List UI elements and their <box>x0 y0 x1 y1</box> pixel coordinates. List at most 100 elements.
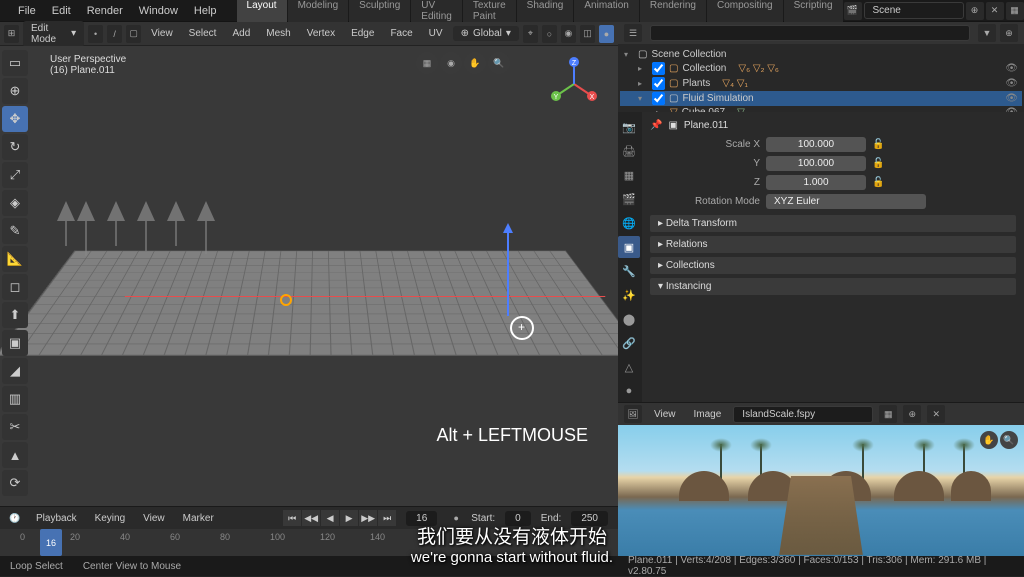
shading-solid-icon[interactable]: ● <box>599 25 614 43</box>
end-frame-field[interactable]: 250 <box>571 511 608 526</box>
overlay-icon[interactable]: ◉ <box>561 25 576 43</box>
3d-viewport[interactable]: ▭ ⊕ ✥ ↻ ⤢ ◈ ✎ 📐 ◻ ⬆ ▣ ◢ ▥ ✂ ▲ ⟳ User Per… <box>0 46 618 506</box>
xray-icon[interactable]: ◫ <box>580 25 595 43</box>
ptab-render-icon[interactable]: 📷 <box>618 116 640 138</box>
editor-type-icon[interactable]: ⊞ <box>4 25 19 43</box>
keyframe-next-icon[interactable]: ▶▶ <box>359 510 377 526</box>
rotation-mode-select[interactable]: XYZ Euler <box>766 194 926 209</box>
tab-modeling[interactable]: Modeling <box>288 0 349 25</box>
hdr-add[interactable]: Add <box>226 26 256 41</box>
filter-icon[interactable]: ▼ <box>978 24 996 42</box>
panel-relations[interactable]: ▸ Relations <box>650 236 1016 253</box>
jump-start-icon[interactable]: ⏮ <box>283 510 301 526</box>
tool-extrude-icon[interactable]: ⬆ <box>2 302 28 328</box>
tool-rotate-icon[interactable]: ↻ <box>2 134 28 160</box>
hdr-mesh[interactable]: Mesh <box>260 26 296 41</box>
new-collection-icon[interactable]: ⊕ <box>1000 24 1018 42</box>
hdr-edge[interactable]: Edge <box>345 26 380 41</box>
img-new-icon[interactable]: ⊕ <box>903 405 921 423</box>
playhead[interactable]: 16 <box>40 529 62 556</box>
tool-move-icon[interactable]: ✥ <box>2 106 28 132</box>
img-browse-icon[interactable]: ▦ <box>879 405 897 423</box>
zoom-icon[interactable]: 🔍 <box>488 52 510 74</box>
outliner-editor-icon[interactable]: ☰ <box>624 24 642 42</box>
img-view-menu[interactable]: View <box>648 407 682 422</box>
tool-spin-icon[interactable]: ⟳ <box>2 470 28 496</box>
current-frame-field[interactable]: 16 <box>406 511 437 526</box>
scene-name-field[interactable]: Scene <box>864 2 964 19</box>
collection-checkbox[interactable] <box>652 92 665 105</box>
hdr-select[interactable]: Select <box>183 26 223 41</box>
ptab-modifier-icon[interactable]: 🔧 <box>618 260 640 282</box>
scale-y-field[interactable]: 100.000 <box>766 156 866 171</box>
menu-help[interactable]: Help <box>186 2 225 20</box>
ptab-world-icon[interactable]: 🌐 <box>618 212 640 234</box>
tl-view[interactable]: View <box>137 511 171 526</box>
lock-icon[interactable]: 🔓 <box>872 139 884 150</box>
tool-select-icon[interactable]: ▭ <box>2 50 28 76</box>
select-mode-vertex-icon[interactable]: • <box>88 25 103 43</box>
ptab-material-icon[interactable]: ● <box>618 380 640 402</box>
play-reverse-icon[interactable]: ◀ <box>321 510 339 526</box>
proportional-icon[interactable]: ○ <box>542 25 557 43</box>
ptab-scene-icon[interactable]: 🎬 <box>618 188 640 210</box>
lock-icon[interactable]: 🔓 <box>872 158 884 169</box>
menu-file[interactable]: File <box>10 2 44 20</box>
tl-marker[interactable]: Marker <box>177 511 220 526</box>
ptab-data-icon[interactable]: △ <box>618 356 640 378</box>
lock-icon[interactable]: 🔓 <box>872 177 884 188</box>
hdr-face[interactable]: Face <box>384 26 418 41</box>
tree-row[interactable]: ▸ ▢ Plants ▽₄ ▽₁ 👁 <box>620 76 1022 91</box>
outliner-search-input[interactable] <box>650 25 970 41</box>
ptab-constraint-icon[interactable]: 🔗 <box>618 332 640 354</box>
tl-keying[interactable]: Keying <box>89 511 132 526</box>
timeline-ruler[interactable]: 16 0 20 40 60 80 100 120 140 <box>0 529 618 556</box>
menu-window[interactable]: Window <box>131 2 186 20</box>
select-mode-edge-icon[interactable]: / <box>107 25 122 43</box>
tree-row[interactable]: ▾ ▢ Fluid Simulation 👁 <box>620 91 1022 106</box>
pin-icon[interactable]: 📌 <box>650 120 662 131</box>
scene-delete-icon[interactable]: ✕ <box>986 2 1004 20</box>
hdr-vertex[interactable]: Vertex <box>301 26 341 41</box>
tab-sculpting[interactable]: Sculpting <box>349 0 410 25</box>
tab-animation[interactable]: Animation <box>574 0 638 25</box>
tool-bevel-icon[interactable]: ◢ <box>2 358 28 384</box>
panel-collections[interactable]: ▸ Collections <box>650 257 1016 274</box>
hdr-uv[interactable]: UV <box>423 26 449 41</box>
img-unlink-icon[interactable]: ✕ <box>927 405 945 423</box>
tool-addcube-icon[interactable]: ◻ <box>2 274 28 300</box>
ptab-object-icon[interactable]: ▣ <box>618 236 640 258</box>
ptab-physics-icon[interactable]: ⬤ <box>618 308 640 330</box>
jump-end-icon[interactable]: ⏭ <box>378 510 396 526</box>
eye-icon[interactable]: 👁 <box>1005 93 1018 104</box>
image-editor-icon[interactable]: 🖼 <box>624 405 642 423</box>
menu-edit[interactable]: Edit <box>44 2 79 20</box>
move-gizmo-z[interactable] <box>507 226 509 316</box>
img-zoom-icon[interactable]: 🔍 <box>1000 431 1018 449</box>
tab-compositing[interactable]: Compositing <box>707 0 783 25</box>
pan-icon[interactable]: ✋ <box>464 52 486 74</box>
reference-image[interactable]: ✋ 🔍 <box>618 425 1024 556</box>
tool-loopcut-icon[interactable]: ▥ <box>2 386 28 412</box>
nav-gizmo[interactable]: X Y Z <box>544 54 604 114</box>
tab-uv[interactable]: UV Editing <box>411 0 462 25</box>
collection-checkbox[interactable] <box>652 62 665 75</box>
autokey-icon[interactable]: ● <box>447 509 465 527</box>
tool-knife-icon[interactable]: ✂ <box>2 414 28 440</box>
menu-render[interactable]: Render <box>79 2 131 20</box>
mode-selector[interactable]: Edit Mode ▾ <box>23 21 84 47</box>
scene-new-icon[interactable]: ⊕ <box>966 2 984 20</box>
tree-row[interactable]: ▸ ▢ Collection ▽₆ ▽₂ ▽₆ 👁 <box>620 61 1022 76</box>
tool-annotate-icon[interactable]: ✎ <box>2 218 28 244</box>
scale-x-field[interactable]: 100.000 <box>766 137 866 152</box>
tab-rendering[interactable]: Rendering <box>640 0 706 25</box>
tool-transform-icon[interactable]: ◈ <box>2 190 28 216</box>
eye-icon[interactable]: 👁 <box>1005 78 1018 89</box>
tab-texpaint[interactable]: Texture Paint <box>463 0 516 25</box>
play-icon[interactable]: ▶ <box>340 510 358 526</box>
img-image-menu[interactable]: Image <box>688 407 728 422</box>
keyframe-prev-icon[interactable]: ◀◀ <box>302 510 320 526</box>
ptab-particle-icon[interactable]: ✨ <box>618 284 640 306</box>
tl-playback[interactable]: Playback <box>30 511 83 526</box>
eye-icon[interactable]: 👁 <box>1005 63 1018 74</box>
